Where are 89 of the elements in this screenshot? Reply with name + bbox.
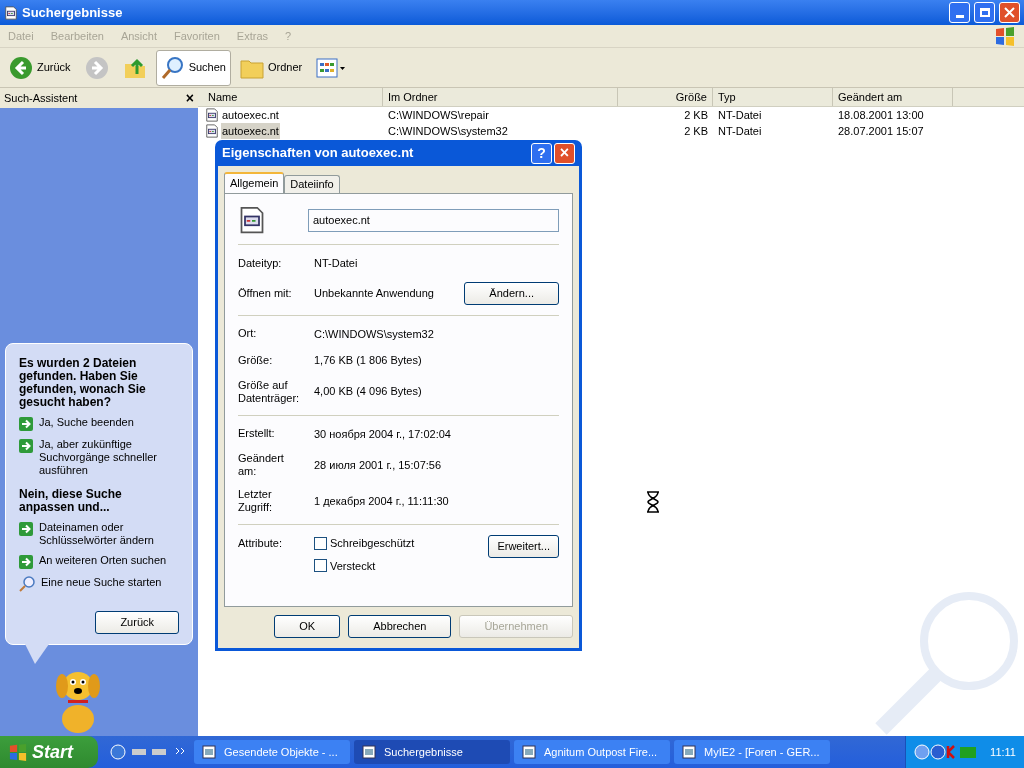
back-button[interactable]: Zurück bbox=[95, 611, 179, 634]
table-cell-text: 2 KB bbox=[683, 107, 709, 123]
change-button[interactable]: Ändern... bbox=[464, 281, 559, 305]
arrow-icon bbox=[19, 439, 33, 453]
file-icon bbox=[205, 124, 219, 138]
property-value: C:\WINDOWS\system32 bbox=[314, 326, 435, 342]
property-label: Öffnen mit: bbox=[238, 286, 293, 300]
maximize-button[interactable] bbox=[974, 2, 995, 23]
table-cell-text: C:\WINDOWS\repair bbox=[387, 107, 490, 123]
column-header[interactable]: Im Ordner bbox=[383, 88, 618, 106]
close-button[interactable]: × bbox=[554, 142, 575, 164]
tray-icons-drawing bbox=[914, 744, 979, 760]
help-button[interactable]: ? bbox=[531, 142, 552, 164]
windows-logo-icon bbox=[8, 743, 28, 761]
property-label: Dateityp: bbox=[238, 256, 283, 270]
close-button[interactable]: × bbox=[185, 91, 194, 105]
property-value: NT-Datei bbox=[314, 256, 359, 271]
arrow-icon bbox=[19, 417, 33, 431]
property-value: 30 ноября 2004 г., 17:02:04 bbox=[314, 426, 452, 442]
property-label: Größe: bbox=[238, 353, 274, 367]
dialog-button[interactable]: Abbrechen bbox=[348, 615, 452, 638]
dialog-tab[interactable]: Dateiinfo bbox=[284, 175, 340, 193]
assistant-link[interactable]: Ja, Suche beenden bbox=[39, 416, 134, 429]
checkbox-label: Schreibgeschützt bbox=[330, 536, 415, 551]
taskbar-button[interactable]: Gesendete Objekte - ... bbox=[194, 740, 350, 764]
clock: 11:11 bbox=[990, 744, 1016, 760]
file-icon bbox=[205, 108, 219, 122]
assistant-link[interactable]: Dateinamen oder Schlüsselwörter ändern bbox=[39, 521, 179, 547]
column-header[interactable]: Typ bbox=[713, 88, 833, 106]
checkbox[interactable] bbox=[314, 536, 327, 550]
search-icon bbox=[160, 55, 185, 80]
checkbox[interactable] bbox=[314, 559, 327, 573]
column-header[interactable]: Geändert am bbox=[833, 88, 953, 106]
file-name-field[interactable]: autoexec.nt bbox=[308, 208, 559, 232]
property-value: 1,76 KB (1 806 Bytes) bbox=[314, 353, 423, 368]
property-label: Geändert am: bbox=[238, 452, 285, 478]
attributes-label: Attribute: bbox=[238, 536, 284, 551]
checkbox-label: Versteckt bbox=[330, 558, 376, 574]
result-heading: Es wurden 2 Dateien gefunden. Haben Sie gefunden, wonach Sie gesucht haben? bbox=[19, 357, 147, 409]
close-icon bbox=[1004, 7, 1015, 18]
file-name[interactable]: autoexec.nt bbox=[221, 122, 280, 140]
property-value: Unbekannte Anwendung bbox=[314, 285, 435, 301]
column-header[interactable]: Name bbox=[203, 88, 383, 106]
property-label: Ort: bbox=[238, 327, 258, 341]
close-button[interactable] bbox=[999, 2, 1020, 23]
property-value: 4,00 KB (4 096 Bytes) bbox=[314, 384, 423, 400]
table-cell-text: 2 KB bbox=[683, 123, 709, 139]
file-icon bbox=[238, 206, 266, 234]
table-cell-text: 28.07.2001 15:07 bbox=[837, 123, 925, 139]
assistant-link[interactable]: Ja, aber zukünftige Suchvorgänge schneller ausführen bbox=[39, 438, 179, 477]
window-icon bbox=[522, 745, 536, 759]
minimize-button[interactable] bbox=[949, 2, 970, 23]
table-cell-text: 18.08.2001 13:00 bbox=[837, 107, 925, 123]
dialog-button[interactable]: OK bbox=[274, 615, 341, 638]
search-button[interactable]: Suchen bbox=[155, 49, 231, 86]
folders-button[interactable]: Ordner bbox=[234, 49, 308, 86]
dialog-title: Eigenschaften von autoexec.nt bbox=[222, 144, 415, 163]
section-heading: Nein, diese Suche anpassen und... bbox=[19, 488, 123, 514]
window-title: Suchergebnisse bbox=[22, 3, 124, 22]
taskbar-button[interactable]: MyIE2 - [Foren - GER... bbox=[674, 740, 830, 764]
file-icon bbox=[4, 5, 18, 20]
advanced-button[interactable]: Erweitert... bbox=[488, 535, 559, 558]
arrow-icon bbox=[19, 522, 33, 536]
table-cell-text: NT-Datei bbox=[717, 107, 763, 123]
taskbar-button[interactable]: Agnitum Outpost Fire... bbox=[514, 740, 670, 764]
views-grid-icon bbox=[316, 57, 347, 78]
property-value: 28 июля 2001 г., 15:07:56 bbox=[314, 457, 443, 473]
property-label: Größe auf Datenträger: bbox=[238, 378, 301, 405]
table-cell-text: C:\WINDOWS\system32 bbox=[387, 123, 509, 139]
hourglass-cursor-icon bbox=[646, 491, 660, 513]
back-button[interactable]: Zurück bbox=[4, 49, 76, 86]
property-value: 1 декабря 2004 г., 11:11:30 bbox=[314, 493, 450, 509]
table-cell-text: NT-Datei bbox=[717, 123, 763, 139]
dialog-tab[interactable]: Allgemein bbox=[224, 172, 285, 193]
column-header[interactable]: Größe bbox=[618, 88, 713, 106]
window-icon bbox=[362, 745, 376, 759]
file-name[interactable]: autoexec.nt bbox=[221, 106, 280, 124]
panel-title: Such-Assistent bbox=[4, 90, 78, 106]
assistant-link[interactable]: An weiteren Orten suchen bbox=[39, 554, 167, 567]
start-button[interactable]: Start bbox=[0, 736, 98, 768]
taskbar-button[interactable]: Suchergebnisse bbox=[354, 740, 510, 764]
assistant-link[interactable]: Eine neue Suche starten bbox=[41, 576, 162, 589]
window-icon bbox=[202, 745, 216, 759]
arrow-icon bbox=[19, 555, 33, 569]
property-label: Letzter Zugriff: bbox=[238, 488, 274, 514]
property-label: Erstellt: bbox=[238, 427, 276, 441]
windows-logo-icon bbox=[994, 26, 1016, 46]
search-icon bbox=[19, 576, 35, 592]
window-icon bbox=[682, 745, 696, 759]
